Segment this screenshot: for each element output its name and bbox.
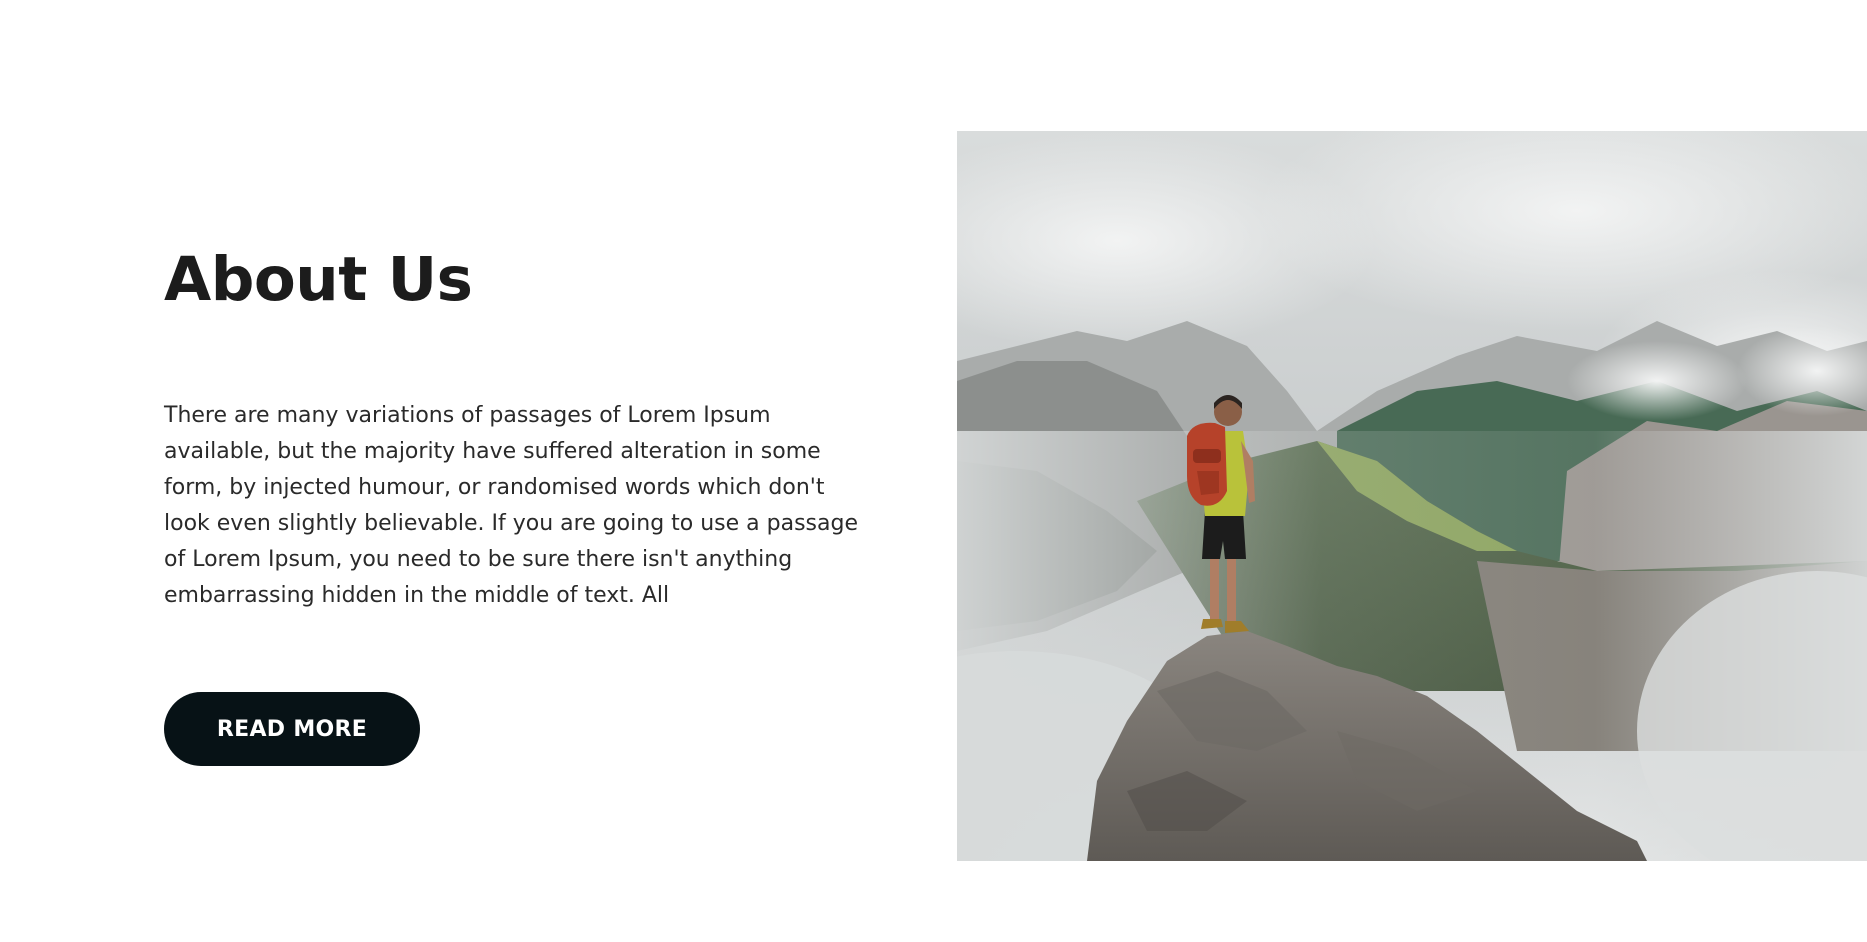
about-text-column: About Us There are many variations of pa… bbox=[164, 240, 924, 766]
about-title: About Us bbox=[164, 244, 473, 315]
about-section: About Us There are many variations of pa… bbox=[0, 0, 1867, 942]
mountain-hiker-photo bbox=[957, 131, 1867, 861]
about-paragraph: There are many variations of passages of… bbox=[164, 403, 858, 608]
about-image bbox=[957, 131, 1867, 861]
read-more-button[interactable]: READ MORE bbox=[164, 692, 420, 766]
